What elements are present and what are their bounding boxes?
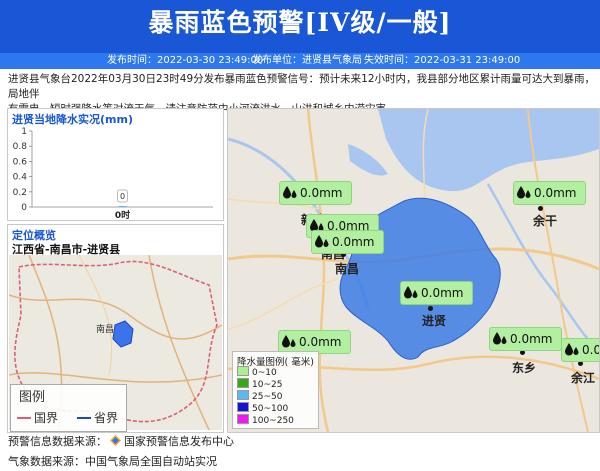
city-label: 余江 bbox=[571, 371, 596, 385]
rainfall-bubble[interactable]: 0.0mm bbox=[279, 181, 352, 205]
rainfall-bubble[interactable]: 0.0mm bbox=[400, 281, 473, 305]
raindrop-icon bbox=[517, 186, 531, 199]
legend-swatch bbox=[237, 402, 249, 412]
publisher: 发布单位：进贤县气象局 bbox=[252, 55, 362, 66]
legend-label: 25~50 bbox=[252, 392, 283, 402]
raindrop-icon bbox=[315, 235, 329, 248]
bar-value-label: 0 bbox=[120, 192, 125, 201]
legend-swatch bbox=[237, 390, 249, 400]
city-dot bbox=[428, 306, 433, 311]
rain-observation-panel: 进贤当地降水实况(mm) 1 0.8 0.6 0.4 0.2 0 0 0时 bbox=[7, 108, 224, 221]
warning-source-line: 预警信息数据来源： 国家预警信息发布中心 bbox=[8, 433, 234, 449]
warning-center-logo-icon bbox=[110, 435, 121, 446]
overview-city-label: 南昌 bbox=[96, 325, 115, 335]
rainfall-bubble[interactable]: 0.0mm bbox=[489, 327, 562, 351]
rainfall-bubble[interactable]: 0.0mm bbox=[513, 181, 586, 205]
rainfall-legend: 降水量图例( 毫米) 0~10 10~25 25~50 50~100 100~2… bbox=[232, 351, 319, 429]
province-legend-label: 省界 bbox=[94, 411, 119, 425]
expire-time: 失效时间：2022-03-31 23:49:00 bbox=[364, 55, 521, 66]
legend-item: 100~250 bbox=[237, 414, 294, 426]
y-tick-label: 0.2 bbox=[13, 188, 27, 198]
province-line-icon bbox=[77, 417, 91, 419]
y-tick-label: 0 bbox=[21, 203, 27, 213]
meta-bar: 发布时间：2022-03-30 23:49:00 发布单位：进贤县气象局 失效时… bbox=[0, 53, 600, 69]
rain-bar[interactable] bbox=[118, 206, 127, 207]
legend-item: 0~10 bbox=[237, 366, 277, 378]
main-map[interactable]: 新建 南昌 南昌 余干 进贤 东乡 余江 0.0mm 0.0mm 0.0mm 0… bbox=[227, 108, 600, 433]
legend-label: 10~25 bbox=[252, 380, 283, 390]
city-label: 进贤 bbox=[422, 314, 447, 328]
x-tick-label: 0时 bbox=[115, 209, 130, 220]
raindrop-icon bbox=[565, 343, 579, 356]
city-dot bbox=[538, 206, 543, 211]
page-title: 暴雨蓝色预警[IV级/一般] bbox=[148, 8, 452, 37]
y-tick-label: 0.6 bbox=[13, 157, 28, 167]
raindrop-icon bbox=[493, 332, 507, 345]
warning-source-name: 国家预警信息发布中心 bbox=[124, 435, 234, 448]
y-tick-label: 0.4 bbox=[13, 173, 28, 183]
county-legend-label: 国界 bbox=[34, 411, 59, 425]
rainfall-value: 0.0mm bbox=[299, 335, 342, 349]
legend-swatch bbox=[237, 378, 249, 388]
rainfall-value: 0.0mm bbox=[421, 286, 464, 300]
overview-legend: 图例 国界 省界 bbox=[10, 384, 127, 432]
city-label: 南昌 bbox=[335, 262, 360, 276]
legend-swatch bbox=[237, 366, 249, 376]
location-overview-panel: 定位概览 江西省-南昌市-进贤县 南昌 图例 国界 省界 bbox=[7, 224, 224, 433]
raindrop-icon bbox=[283, 186, 297, 199]
legend-item: 50~100 bbox=[237, 402, 289, 414]
rain-chart: 1 0.8 0.6 0.4 0.2 0 0 0时 bbox=[13, 127, 213, 220]
raindrop-icon bbox=[404, 286, 418, 299]
rainfall-value: 0.0mm bbox=[582, 343, 599, 357]
rainfall-value: 0.0mm bbox=[332, 235, 375, 249]
description-line: 进贤县气象台2022年03月30日23时49分发布暴雨蓝色预警信号：预计未来12… bbox=[8, 73, 596, 100]
weather-source-line: 气象数据来源：中国气象局全国自动站实况 bbox=[8, 455, 217, 468]
rainfall-bubble[interactable]: 0.0mm bbox=[311, 230, 384, 254]
raindrop-icon bbox=[282, 335, 296, 348]
legend-item: 10~25 bbox=[237, 378, 283, 390]
legend-label: 50~100 bbox=[252, 404, 289, 414]
publish-time: 发布时间：2022-03-30 23:49:00 bbox=[107, 55, 264, 66]
county-line-icon bbox=[17, 417, 31, 419]
rainfall-value: 0.0mm bbox=[510, 332, 553, 346]
y-tick-label: 0.8 bbox=[13, 142, 28, 152]
y-tick-label: 1 bbox=[21, 127, 27, 137]
warning-source-label: 预警信息数据来源： bbox=[8, 435, 107, 448]
legend-swatch bbox=[237, 414, 249, 424]
city-label: 东乡 bbox=[512, 361, 537, 375]
legend-label: 0~10 bbox=[252, 368, 277, 378]
header-banner: 暴雨蓝色预警[IV级/一般] bbox=[0, 0, 600, 53]
rainfall-value: 0.0mm bbox=[300, 186, 343, 200]
rainfall-value: 0.0mm bbox=[534, 186, 577, 200]
legend-label: 100~250 bbox=[252, 416, 294, 426]
city-label: 余干 bbox=[533, 214, 558, 228]
overview-legend-title: 图例 bbox=[19, 390, 46, 405]
legend-item: 25~50 bbox=[237, 390, 283, 402]
rainfall-bubble[interactable]: 0.0mm bbox=[561, 338, 599, 362]
